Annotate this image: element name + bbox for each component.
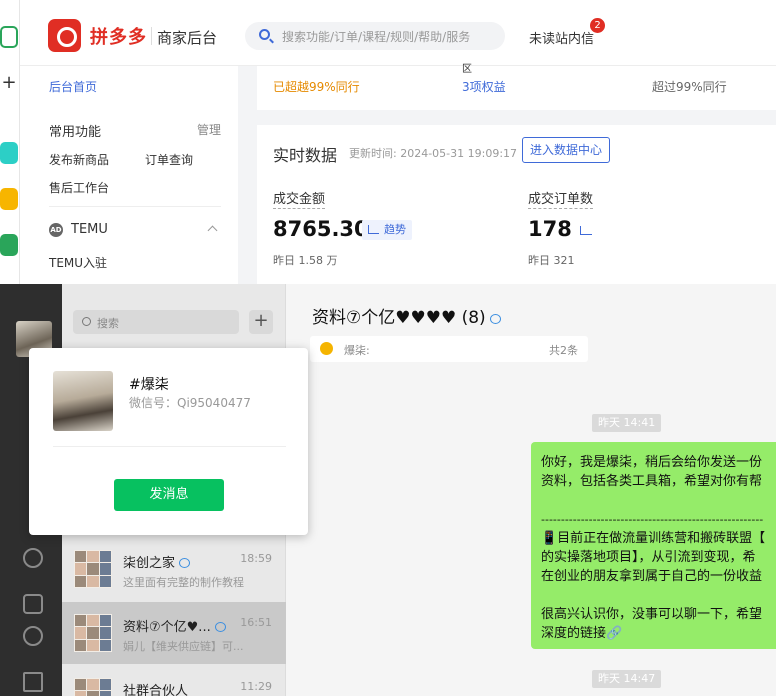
brand-subtitle: 商家后台: [157, 29, 218, 47]
trend-chart-icon: [368, 225, 379, 234]
butterfly-icon[interactable]: [23, 594, 43, 614]
popup-divider: [53, 446, 286, 447]
aftersale-workbench-link[interactable]: 售后工作台: [49, 179, 109, 196]
ai-photo-icon[interactable]: [0, 234, 18, 256]
orders-trend-icon[interactable]: [580, 226, 592, 235]
manage-link[interactable]: 管理: [197, 121, 221, 138]
trend-label: 趋势: [384, 223, 406, 236]
update-time: 更新时间: 2024-05-31 19:09:17: [349, 147, 518, 160]
group-avatar: [74, 678, 112, 696]
chat-preview: 娟儿【维夹供应链】可...: [123, 640, 244, 653]
chat-time: 18:59: [240, 552, 272, 565]
qi-icon: [214, 622, 226, 632]
temu-join-link[interactable]: TEMU入驻: [49, 254, 107, 271]
message-line-gap: [541, 491, 766, 510]
orders-label: 成交订单数: [528, 188, 594, 209]
contact-wechat-id: 微信号：Qi95040477: [129, 396, 251, 410]
summary-stat-1: 已超越99%同行: [273, 80, 360, 94]
chat-row-selected[interactable]: 资料⑦个亿♥... 16:51 娟儿【维夹供应链】可...: [62, 602, 286, 664]
realtime-title: 实时数据: [273, 146, 338, 165]
chat-name: 社群合伙人: [123, 684, 189, 696]
sun-icon: [320, 342, 333, 355]
chat-name: 柒创之家: [123, 552, 191, 571]
gmv-label: 成交金额: [273, 188, 326, 209]
gmv-value: 8765.30: [273, 217, 369, 241]
send-message-button[interactable]: 发消息: [114, 479, 224, 511]
contact-name: #爆柒: [129, 377, 169, 393]
summary-card: 区 已超越99%同行 3项权益 超过99%同行: [257, 64, 776, 110]
chat-search-input[interactable]: 搜索: [73, 310, 239, 334]
ad-badge: AD: [49, 223, 63, 237]
group-avatar: [74, 550, 112, 588]
group-notice-bar[interactable]: 爆柒: 共2条: [310, 336, 588, 362]
brand-divider: [151, 27, 152, 45]
data-center-button[interactable]: 进入数据中心: [522, 137, 610, 163]
pdd-header: 拼多多 商家后台 搜索功能/订单/课程/规则/帮助/服务 未读站内信 2: [20, 0, 776, 66]
moments-icon[interactable]: [23, 548, 43, 568]
search-icon: [259, 29, 270, 40]
realtime-data-card: 实时数据 更新时间: 2024-05-31 19:09:17 进入数据中心 成交…: [257, 125, 776, 290]
notice-text: 爆柒:: [344, 344, 370, 357]
app-dock: +: [0, 0, 20, 290]
chat-search-placeholder: 搜索: [97, 317, 119, 330]
spark-icon[interactable]: [23, 672, 43, 692]
chat-row[interactable]: 社群合伙人 11:29: [62, 666, 286, 696]
orders-yesterday: 昨日 321: [528, 254, 575, 267]
chat-name: 资料⑦个亿♥...: [123, 616, 226, 635]
qi-icon: [489, 314, 501, 324]
brand-name: 拼多多: [90, 27, 147, 48]
add-chat-button[interactable]: +: [249, 310, 273, 334]
summary-stat-3: 超过99%同行: [652, 80, 727, 94]
channels-icon[interactable]: [23, 626, 43, 646]
temu-section-title[interactable]: TEMU: [71, 222, 108, 237]
message-line: 深度的链接🔗: [541, 626, 623, 641]
unread-messages-link[interactable]: 未读站内信: [529, 28, 594, 47]
message-line: 的实操落地项目】，从引流到变现，希: [541, 550, 756, 565]
gmv-trend-button[interactable]: 趋势: [362, 220, 412, 240]
qi-icon: [179, 558, 191, 568]
pdd-logo[interactable]: [48, 19, 81, 52]
message-line: 资料，包括各类工具箱，希望对你有帮: [541, 474, 763, 489]
message-line: 在创业的朋友拿到属于自己的一份收益: [541, 569, 763, 584]
global-search-input[interactable]: 搜索功能/订单/课程/规则/帮助/服务: [245, 22, 505, 50]
pdd-sidebar: 后台首页 常用功能 管理 发布新商品 订单查询 售后工作台 AD TEMU TE…: [20, 66, 238, 290]
chat-panel: 资料⑦个亿♥♥♥♥ (8) 爆柒: 共2条 昨天 14:41 你好，我是爆柒，稍…: [287, 284, 776, 696]
order-query-link[interactable]: 订单查询: [145, 151, 193, 168]
contact-card-popup: #爆柒 微信号：Qi95040477 发消息: [29, 348, 308, 535]
chat-title: 资料⑦个亿♥♥♥♥ (8): [312, 303, 501, 328]
summary-stat-2[interactable]: 3项权益: [462, 78, 506, 95]
common-functions-title: 常用功能: [49, 125, 102, 140]
message-bubble[interactable]: 你好，我是爆柒，稍后会给你发送一份 资料，包括各类工具箱，希望对你有帮 ----…: [531, 442, 776, 649]
search-placeholder: 搜索功能/订单/课程/规则/帮助/服务: [282, 30, 471, 44]
message-timestamp: 昨天 14:47: [592, 670, 662, 688]
chat-preview: 这里面有完整的制作教程: [123, 576, 244, 589]
notice-count: 共2条: [549, 344, 578, 357]
chat-time: 16:51: [240, 616, 272, 629]
chevron-up-icon[interactable]: [207, 225, 218, 236]
app-icon-teal[interactable]: [0, 142, 18, 164]
sidebar-divider: [49, 206, 221, 207]
chat-row[interactable]: 柒创之家 18:59 这里面有完整的制作教程: [62, 538, 286, 600]
contact-avatar[interactable]: [53, 371, 113, 431]
search-icon: [82, 317, 91, 326]
message-line: 你好，我是爆柒，稍后会给你发送一份: [541, 455, 763, 470]
sidebar-item-home[interactable]: 后台首页: [49, 78, 97, 95]
star-icon[interactable]: [0, 188, 18, 210]
add-icon[interactable]: +: [0, 72, 18, 94]
summary-mini-label: 区: [462, 64, 472, 75]
chat-time: 11:29: [240, 680, 272, 693]
message-timestamp: 昨天 14:41: [592, 414, 662, 432]
orders-value: 178: [528, 217, 572, 241]
home-icon[interactable]: [0, 26, 18, 48]
message-line: 很高兴认识你，没事可以聊一下，希望: [541, 607, 763, 622]
message-line-gap: [541, 586, 766, 605]
publish-product-link[interactable]: 发布新商品: [49, 151, 109, 168]
message-divider-line: ----------------------------------------…: [541, 513, 764, 526]
gmv-yesterday: 昨日 1.58 万: [273, 254, 338, 267]
unread-count-badge: 2: [590, 18, 605, 33]
message-line: 📱目前正在做流量训练营和搬砖联盟【: [541, 531, 766, 546]
group-avatar: [74, 614, 112, 652]
